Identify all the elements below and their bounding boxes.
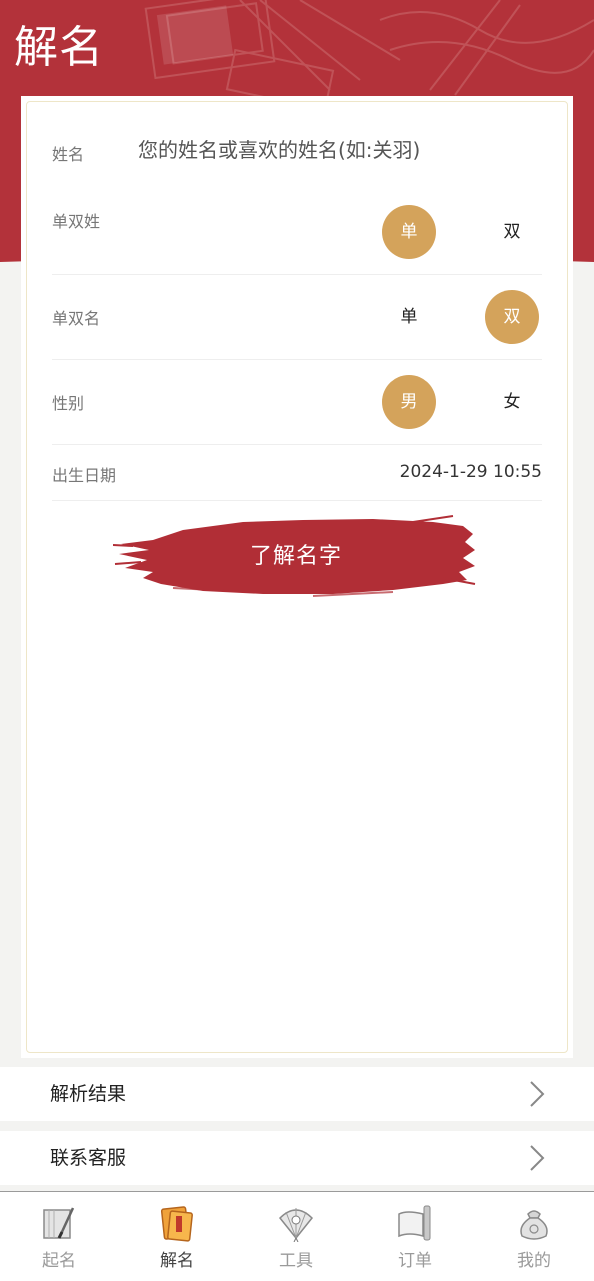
understand-name-label: 了解名字 <box>249 544 342 569</box>
bottom-tab-bar: 起名 解名 工具 订单 我的 <box>0 1191 594 1281</box>
contact-support-label: 联系客服 <box>50 1147 127 1169</box>
given-name-double-option[interactable]: 双 <box>485 290 539 344</box>
chevron-right-icon <box>530 1081 545 1107</box>
given-name-type-label: 单双名 <box>52 309 101 328</box>
gender-row: 性别 男 女 <box>52 360 542 444</box>
surname-single-option[interactable]: 单 <box>382 205 436 259</box>
gender-male-option[interactable]: 男 <box>382 375 436 429</box>
surname-double-option[interactable]: 双 <box>485 205 539 259</box>
analysis-result-link[interactable]: 解析结果 <box>0 1067 594 1121</box>
tab-tools-label: 工具 <box>279 1251 313 1271</box>
tab-tools[interactable]: 工具 <box>237 1192 355 1281</box>
paper-scroll-icon <box>398 1205 431 1241</box>
tab-analyze-name[interactable]: 解名 <box>118 1192 236 1281</box>
surname-type-row: 单双姓 单 双 <box>52 196 542 274</box>
name-label: 姓名 <box>52 145 85 164</box>
tab-profile-label: 我的 <box>517 1251 551 1271</box>
gender-label: 性别 <box>52 394 85 413</box>
tab-profile[interactable]: 我的 <box>475 1192 593 1281</box>
chevron-right-icon <box>530 1145 545 1171</box>
page-title: 解名 <box>14 22 104 73</box>
analysis-result-label: 解析结果 <box>50 1083 127 1105</box>
fan-icon <box>278 1208 314 1242</box>
scroll-book-icon <box>160 1206 193 1242</box>
tab-naming-label: 起名 <box>42 1251 76 1271</box>
divider <box>52 500 542 501</box>
given-name-type-row: 单双名 单 双 <box>52 275 542 359</box>
notebook-brush-icon <box>43 1207 75 1239</box>
understand-name-button[interactable]: 了解名字 <box>113 514 479 600</box>
birth-date-row[interactable]: 出生日期 2024-1-29 10:55 <box>52 445 542 500</box>
form-card: 姓名 单双姓 单 双 单双名 单 双 性别 男 女 出生日期 2024-1-29… <box>21 96 573 1058</box>
money-bag-icon <box>520 1210 548 1240</box>
tab-orders-label: 订单 <box>398 1251 432 1271</box>
contact-support-link[interactable]: 联系客服 <box>0 1131 594 1185</box>
given-name-single-option[interactable]: 单 <box>382 290 436 344</box>
tab-analyze-name-label: 解名 <box>160 1251 194 1271</box>
name-row: 姓名 <box>52 96 542 196</box>
surname-type-label: 单双姓 <box>52 212 101 231</box>
tab-orders[interactable]: 订单 <box>356 1192 474 1281</box>
gender-female-option[interactable]: 女 <box>485 375 539 429</box>
tab-naming[interactable]: 起名 <box>0 1192 118 1281</box>
birth-date-value: 2024-1-29 10:55 <box>399 462 542 482</box>
name-input[interactable] <box>138 133 538 167</box>
birth-date-label: 出生日期 <box>52 466 117 485</box>
